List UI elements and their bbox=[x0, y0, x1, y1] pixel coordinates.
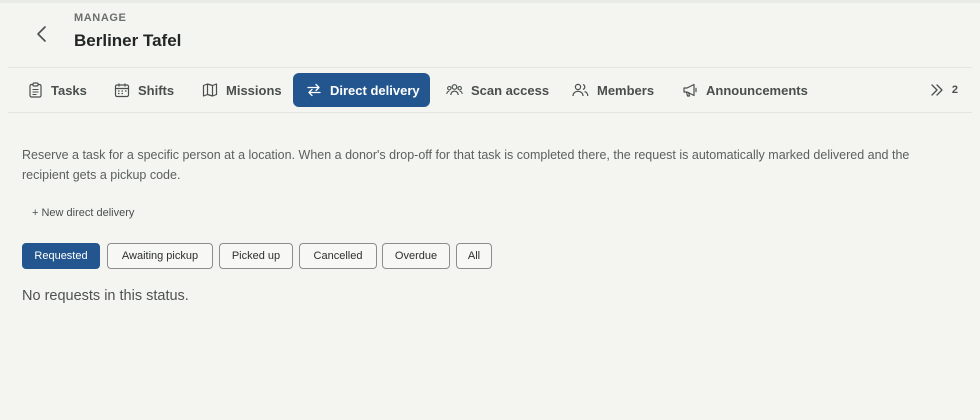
clipboard-icon bbox=[29, 82, 42, 98]
filter-awaiting-pickup[interactable]: Awaiting pickup bbox=[107, 243, 213, 269]
tab-label: Direct delivery bbox=[330, 82, 420, 98]
empty-state-message: No requests in this status. bbox=[22, 288, 189, 304]
chevron-left-icon bbox=[37, 26, 46, 42]
new-direct-delivery-link[interactable]: + New direct delivery bbox=[32, 207, 134, 219]
filter-all[interactable]: All bbox=[456, 243, 492, 269]
tab-label: Shifts bbox=[138, 82, 175, 98]
map-icon bbox=[202, 83, 218, 97]
users-icon bbox=[572, 83, 589, 97]
tab-shifts[interactable]: Shifts bbox=[106, 73, 184, 107]
filter-cancelled[interactable]: Cancelled bbox=[299, 243, 377, 269]
tab-members[interactable]: Members bbox=[564, 73, 664, 107]
tab-bar: Tasks Shifts Missions Direct delivery Sc… bbox=[8, 67, 972, 113]
tab-label: Announcements bbox=[706, 82, 808, 98]
filter-overdue[interactable]: Overdue bbox=[382, 243, 450, 269]
filter-picked-up[interactable]: Picked up bbox=[219, 243, 293, 269]
calendar-icon bbox=[114, 83, 130, 98]
double-chevron-right-icon bbox=[931, 84, 943, 96]
page-title: Berliner Tafel bbox=[74, 31, 182, 50]
page-description: Reserve a task for a specific person at … bbox=[22, 148, 910, 182]
tab-tasks[interactable]: Tasks bbox=[20, 73, 90, 107]
more-tabs-count: 2 bbox=[951, 84, 958, 96]
tab-label: Scan access bbox=[471, 82, 550, 98]
page-eyebrow: MANAGE bbox=[74, 12, 127, 24]
arrows-swap-icon bbox=[307, 83, 321, 97]
tab-label: Missions bbox=[226, 82, 282, 98]
tab-label: Tasks bbox=[51, 82, 87, 98]
tab-missions[interactable]: Missions bbox=[194, 73, 290, 107]
page-header: MANAGE Berliner Tafel bbox=[0, 0, 980, 68]
more-tabs-button[interactable]: 2 bbox=[930, 73, 958, 107]
tab-announcements[interactable]: Announcements bbox=[674, 73, 810, 107]
group-icon bbox=[446, 84, 463, 96]
tab-direct-delivery[interactable]: Direct delivery bbox=[293, 73, 430, 107]
back-button[interactable] bbox=[28, 20, 56, 48]
megaphone-icon bbox=[683, 83, 697, 97]
filter-requested[interactable]: Requested bbox=[22, 243, 100, 269]
tab-scan-access[interactable]: Scan access bbox=[438, 73, 553, 107]
tab-label: Members bbox=[597, 82, 655, 98]
